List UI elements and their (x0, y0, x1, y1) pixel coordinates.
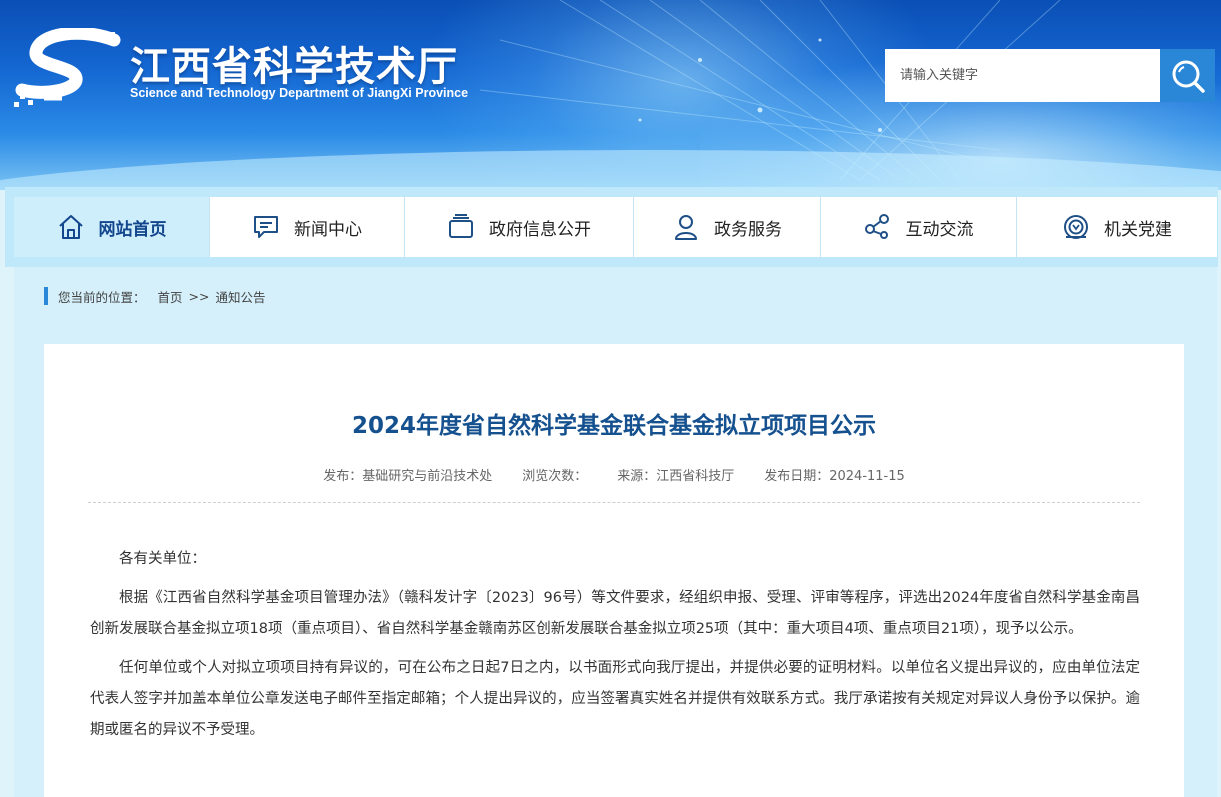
article-views: 浏览次数： (522, 469, 588, 484)
site-logo[interactable]: 江西省科学技术厅 Science and Technology Departme… (14, 28, 474, 108)
nav-label: 互动交流 (905, 219, 974, 240)
search-input[interactable] (885, 49, 1160, 102)
article-salutation: 各有关单位： (119, 551, 206, 567)
nav-label: 网站首页 (98, 219, 167, 240)
site-title: 江西省科学技术厅 (130, 44, 458, 90)
nav-label: 机关党建 (1104, 219, 1172, 240)
nav-item-party[interactable]: 机关党建 (1017, 197, 1217, 257)
party-icon (1064, 215, 1088, 239)
nav-item-news[interactable]: 新闻中心 (210, 197, 405, 257)
nav-label: 政府信息公开 (489, 219, 591, 240)
news-icon (254, 216, 278, 238)
folder-icon (449, 214, 473, 238)
nav-label: 政务服务 (714, 219, 782, 240)
nav-item-services[interactable]: 政务服务 (634, 197, 821, 257)
meta-divider (88, 502, 1140, 503)
home-icon (58, 215, 83, 239)
nav-item-gov-info[interactable]: 政府信息公开 (405, 197, 634, 257)
search-button[interactable] (1160, 49, 1215, 102)
nav-item-home[interactable]: 网站首页 (14, 197, 210, 257)
logo-mark-icon (14, 28, 121, 107)
share-icon (864, 214, 889, 239)
article-publisher: 发布：基础研究与前沿技术处 (323, 469, 493, 484)
site-subtitle: Science and Technology Department of Jia… (130, 86, 469, 100)
article-title: 2024年度省自然科学基金联合基金拟立项项目公示 (351, 413, 876, 439)
nav-item-interaction[interactable]: 互动交流 (821, 197, 1017, 257)
search-icon (1172, 60, 1205, 93)
article-date: 发布日期：2024-11-15 (764, 469, 905, 484)
article-paragraph: 根据《江西省自然科学基金项目管理办法》（赣科发计字〔2023〕96号）等文件要求… (90, 590, 1140, 637)
article-meta: 发布：基础研究与前沿技术处 浏览次数： 来源：江西省科技厅 发布日期：2024-… (44, 465, 1184, 484)
user-icon (675, 215, 697, 240)
breadcrumb-prefix: 您当前的位置： (58, 289, 146, 305)
main-nav: 网站首页 新闻中心 政府信息公开 政务服务 互动交流 机关党建 (14, 197, 1217, 257)
article-body: 各有关单位： 根据《江西省自然科学基金项目管理办法》（赣科发计字〔2023〕96… (90, 544, 1140, 754)
breadcrumb-home-link[interactable]: 首页 (158, 287, 183, 306)
site-header: 江西省科学技术厅 Science and Technology Departme… (0, 0, 1221, 190)
article-panel: 2024年度省自然科学基金联合基金拟立项项目公示 发布：基础研究与前沿技术处 浏… (44, 344, 1184, 797)
article-source: 来源：江西省科技厅 (617, 469, 735, 484)
breadcrumb: 您当前的位置： 首页 >> 通知公告 (44, 287, 266, 305)
breadcrumb-current-link[interactable]: 通知公告 (215, 287, 265, 306)
nav-label: 新闻中心 (294, 219, 362, 240)
breadcrumb-separator: >> (188, 288, 210, 304)
article-paragraph: 任何单位或个人对拟立项项目持有异议的，可在公布之日起7日之内，以书面形式向我厅提… (90, 660, 1140, 738)
